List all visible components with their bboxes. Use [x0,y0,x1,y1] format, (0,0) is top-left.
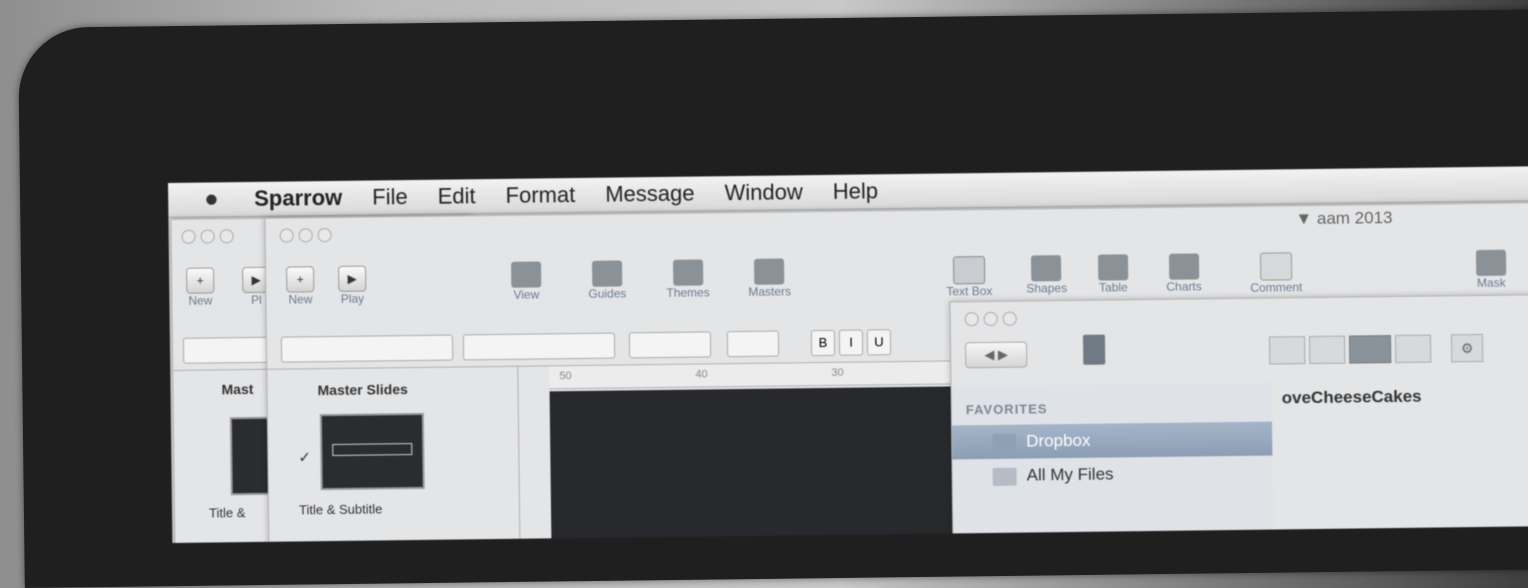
finder-window: ◀ ▶ ⚙ FAVORITES Dropbox All My Files ove… [949,293,1528,543]
master-slide-caption: Title & Subtitle [298,501,383,518]
shapes-button[interactable]: Shapes [1026,255,1067,296]
table-icon [1097,254,1129,281]
masters-icon [754,258,785,285]
minimize-button[interactable] [200,229,215,244]
masters-button[interactable]: Masters [748,258,791,299]
textbox-button[interactable]: Text Box [946,256,992,298]
wifi-icon: ▼ [1295,209,1313,229]
themes-button[interactable]: Themes [666,259,710,300]
column-folder-title: oveCheeseCakes [1281,386,1422,408]
font-color-field[interactable] [726,330,780,358]
sidebar-header: Mast [221,380,254,398]
charts-icon [1168,253,1199,280]
new-button[interactable]: + New [286,266,315,307]
screen: ● Sparrow File Edit Format Message Windo… [168,165,1528,543]
play-icon: ▶ [338,265,367,292]
favorites-header: FAVORITES [965,401,1048,418]
clock: aam 2013 [1316,208,1393,228]
guides-button[interactable]: Guides [588,260,626,301]
back-forward-buttons[interactable]: ◀ ▶ [965,341,1028,369]
coverflow-view-button[interactable] [1394,334,1432,364]
mask-button[interactable]: Mask [1475,249,1507,290]
column-view-button[interactable] [1348,335,1392,364]
all-files-icon [992,467,1017,486]
close-button[interactable] [279,228,294,243]
charts-button[interactable]: Charts [1166,253,1202,294]
dropbox-folder-icon [992,433,1017,452]
font-family-field[interactable] [462,332,616,361]
menu-format[interactable]: Format [505,182,575,209]
view-mode-buttons [1268,334,1432,365]
sidebar-item-all-my-files[interactable]: All My Files [952,456,1272,494]
menu-window[interactable]: Window [724,179,803,206]
minimize-button[interactable] [298,228,313,243]
sidebar-item-dropbox[interactable]: Dropbox [952,421,1273,460]
new-button[interactable]: + New [186,267,215,308]
comment-icon [1259,252,1293,281]
textbox-icon [952,256,986,285]
zoom-button[interactable] [219,229,234,244]
paragraph-style-field[interactable] [280,334,454,363]
close-button[interactable] [964,312,979,327]
font-size-field[interactable] [628,331,712,359]
master-slide-thumbnail[interactable] [319,412,425,491]
sidebar-divider [517,366,521,543]
menu-message[interactable]: Message [605,181,695,208]
guides-icon [591,260,623,287]
view-icon [510,261,542,288]
minimize-button[interactable] [983,311,998,327]
table-button[interactable]: Table [1097,254,1129,295]
checkmark-icon: ✓ [298,449,312,467]
thumb-caption: Title & [208,505,246,521]
view-button[interactable]: View [510,261,542,302]
italic-button[interactable]: I [838,329,864,356]
format-buttons: B I U [810,329,892,357]
title-placeholder [332,443,413,457]
icon-view-button[interactable] [1268,336,1306,365]
window-controls [964,311,1017,327]
themes-icon [672,259,703,286]
bold-button[interactable]: B [810,329,836,357]
close-button[interactable] [181,229,196,244]
drive-icon [1082,334,1106,365]
plus-icon: + [286,266,315,293]
menu-app-name[interactable]: Sparrow [254,185,342,212]
list-view-button[interactable] [1308,335,1346,365]
apple-menu-icon[interactable]: ● [204,185,224,213]
mask-icon [1475,249,1507,277]
gear-icon[interactable]: ⚙ [1450,333,1484,363]
finder-sidebar: FAVORITES Dropbox All My Files [951,382,1274,543]
master-slides-header: Master Slides [317,381,408,399]
comment-button[interactable]: Comment [1250,252,1302,295]
shapes-icon [1031,255,1062,282]
zoom-button[interactable] [317,228,332,243]
menu-file[interactable]: File [372,184,408,210]
menu-edit[interactable]: Edit [438,183,476,209]
window-controls [181,229,234,244]
plus-icon: + [186,267,215,294]
menu-extras: ▼ aam 2013 [1295,208,1392,229]
menu-help[interactable]: Help [833,178,879,205]
play-button[interactable]: ▶ Play [338,265,367,306]
zoom-button[interactable] [1002,311,1017,326]
window-controls [279,228,332,243]
underline-button[interactable]: U [866,329,892,356]
